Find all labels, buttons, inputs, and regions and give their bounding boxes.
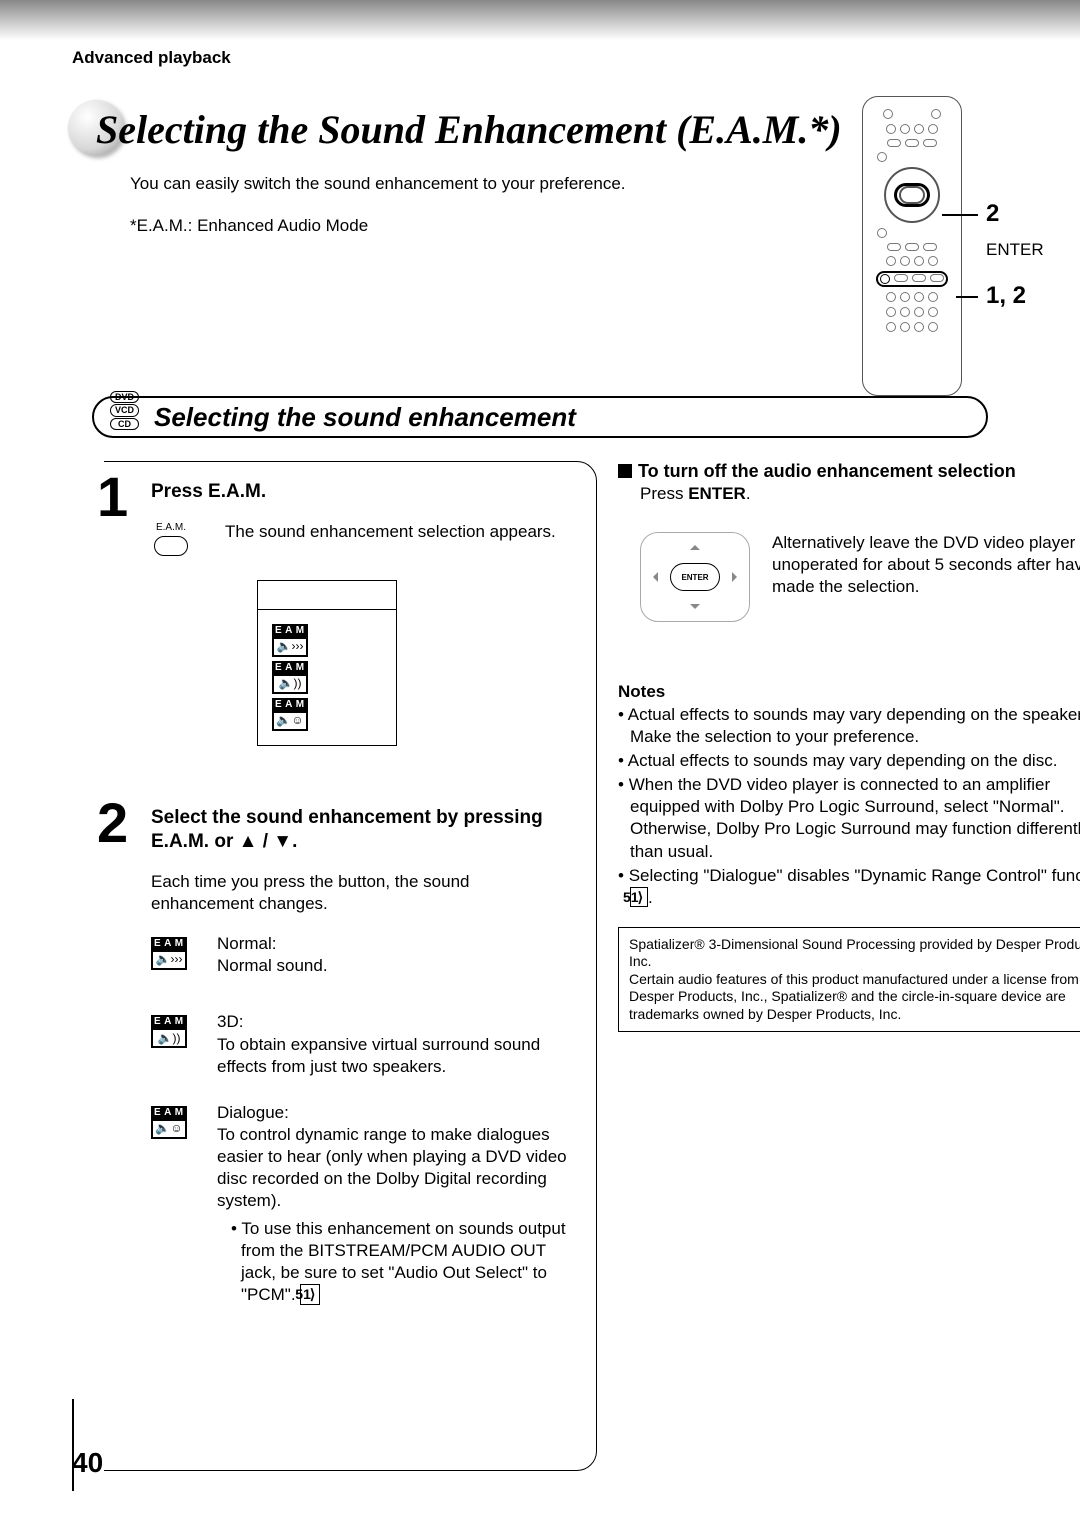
- step-2-heading: Select the sound enhancement by pressing…: [151, 806, 574, 855]
- section-heading: Selecting the sound enhancement: [154, 402, 576, 433]
- eam-button-row-highlight: [876, 271, 948, 287]
- eam-button-icon: E.A.M.: [151, 521, 191, 556]
- page-ref-51b: 51: [630, 887, 648, 907]
- note-item: Selecting "Dialogue" disables "Dynamic R…: [618, 865, 1080, 909]
- step-2-body: Each time you press the button, the soun…: [151, 871, 574, 915]
- note-item: Actual effects to sounds may vary depend…: [618, 704, 1080, 748]
- page-subtitle: You can easily switch the sound enhancem…: [130, 174, 626, 194]
- callout-number-2: 2: [986, 200, 999, 228]
- breadcrumb: Advanced playback: [72, 48, 231, 68]
- press-enter-line: Press ENTER.: [640, 484, 1080, 504]
- enter-button-highlight: [894, 183, 930, 207]
- osd-chip-dialogue: E A M🔈☺: [272, 698, 314, 731]
- notes-heading: Notes: [618, 682, 1080, 702]
- note-item: Actual effects to sounds may vary depend…: [618, 750, 1080, 772]
- step-1-number: 1: [97, 464, 128, 529]
- page-title: Selecting the Sound Enhancement (E.A.M.*…: [96, 106, 842, 153]
- mode-normal-desc: Normal sound.: [217, 956, 328, 975]
- top-gradient: [0, 0, 1080, 40]
- eam-button-label: E.A.M.: [156, 522, 186, 533]
- spatializer-legal-box: Spatializer® 3-Dimensional Sound Process…: [618, 927, 1080, 1033]
- mode-dialogue-title: Dialogue:: [217, 1103, 289, 1122]
- eam-chip-normal-icon: E A M🔈›››: [151, 937, 193, 973]
- step-1-body: The sound enhancement selection appears.: [225, 521, 574, 556]
- section-heading-bar: Selecting the sound enhancement: [92, 396, 988, 438]
- mode-3d: E A M🔈)) 3D: To obtain expansive virtual…: [151, 1011, 574, 1077]
- osd-chip-3d: E A M🔈)): [272, 661, 314, 694]
- enter-button-icon: ENTER: [670, 563, 720, 591]
- right-column: To turn off the audio enhancement select…: [618, 461, 1080, 1032]
- down-arrow-icon: ▼: [273, 831, 292, 852]
- osd-chip-normal: E A M🔈›››: [272, 624, 314, 657]
- mode-normal-title: Normal:: [217, 934, 277, 953]
- alternative-text: Alternatively leave the DVD video player…: [772, 532, 1080, 622]
- up-arrow-icon: ▲: [239, 831, 258, 852]
- note-item: When the DVD video player is connected t…: [618, 774, 1080, 862]
- turn-off-heading: To turn off the audio enhancement select…: [618, 461, 1080, 482]
- eam-chip-3d-icon: E A M🔈)): [151, 1015, 193, 1073]
- callout-lead-2: [942, 214, 978, 216]
- eam-chip-dialogue-icon: E A M🔈☺: [151, 1106, 193, 1303]
- nav-pad-diagram: ENTER: [640, 532, 750, 622]
- page-number: 40: [72, 1447, 103, 1479]
- mode-3d-title: 3D:: [217, 1012, 243, 1031]
- eam-footnote: *E.A.M.: Enhanced Audio Mode: [130, 216, 368, 236]
- step-1: 1 Press E.A.M. E.A.M. The sound enhancem…: [103, 480, 574, 746]
- remote-dpad: [884, 167, 940, 223]
- mode-dialogue: E A M🔈☺ Dialogue: To control dynamic ran…: [151, 1102, 574, 1307]
- step-2: 2 Select the sound enhancement by pressi…: [103, 806, 574, 1307]
- remote-diagram: [862, 96, 962, 396]
- callout-label-enter: ENTER: [986, 240, 1044, 260]
- steps-panel: 1 Press E.A.M. E.A.M. The sound enhancem…: [92, 461, 597, 1471]
- mode-3d-desc: To obtain expansive virtual surround sou…: [217, 1035, 540, 1076]
- osd-diagram: E A M🔈››› E A M🔈)) E A M🔈☺: [257, 580, 397, 746]
- callout-number-1-2: 1, 2: [986, 282, 1026, 310]
- step-1-heading: Press E.A.M.: [151, 480, 574, 505]
- mode-dialogue-desc: To control dynamic range to make dialogu…: [217, 1125, 567, 1210]
- square-bullet-icon: [618, 464, 632, 478]
- step-2-number: 2: [97, 790, 128, 855]
- mode-normal: E A M🔈››› Normal: Normal sound.: [151, 933, 574, 977]
- notes-list: Actual effects to sounds may vary depend…: [618, 704, 1080, 909]
- page-ref-51a: 51: [300, 1284, 320, 1304]
- callout-lead-12: [956, 296, 978, 298]
- mode-dialogue-bullet: • To use this enhancement on sounds outp…: [231, 1218, 574, 1306]
